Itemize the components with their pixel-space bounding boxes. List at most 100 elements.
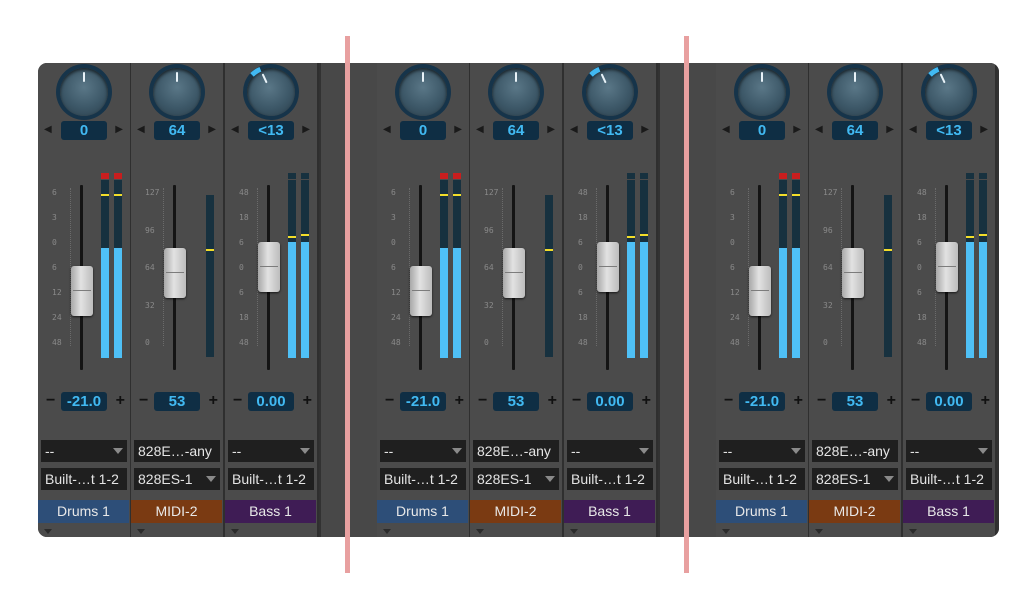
strip-menu-icon[interactable] (383, 529, 391, 534)
triangle-left-icon[interactable]: ◀ (722, 124, 730, 135)
track-name[interactable]: MIDI-2 (131, 500, 222, 523)
input-select[interactable]: 828E…-any (134, 440, 220, 462)
pan-knob[interactable] (153, 68, 201, 116)
pan-knob[interactable] (60, 68, 108, 116)
output-select[interactable]: 828ES-1 (473, 468, 559, 490)
volume-value[interactable]: 0.00 (926, 392, 972, 411)
plus-icon[interactable]: + (887, 392, 896, 410)
output-select[interactable]: Built-…t 1-2 (719, 468, 805, 490)
track-name[interactable]: Drums 1 (38, 500, 129, 523)
pan-value[interactable]: <13 (248, 121, 294, 140)
strip-menu-icon[interactable] (909, 529, 917, 534)
triangle-left-icon[interactable]: ◀ (231, 124, 239, 135)
volume-fader[interactable] (749, 266, 771, 316)
volume-fader[interactable] (597, 241, 619, 292)
volume-fader[interactable] (71, 266, 93, 316)
triangle-left-icon[interactable]: ◀ (44, 124, 52, 135)
pan-value[interactable]: 0 (400, 121, 446, 140)
strip-menu-icon[interactable] (476, 529, 484, 534)
triangle-right-icon[interactable]: ▶ (454, 124, 462, 135)
triangle-left-icon[interactable]: ◀ (815, 124, 823, 135)
minus-icon[interactable]: − (478, 392, 487, 410)
track-name[interactable]: MIDI-2 (809, 500, 900, 523)
input-select[interactable]: -- (719, 440, 805, 462)
pan-knob[interactable] (831, 68, 879, 116)
pan-knob[interactable] (578, 63, 642, 124)
triangle-right-icon[interactable]: ▶ (302, 124, 310, 135)
triangle-right-icon[interactable]: ▶ (641, 124, 649, 135)
input-select[interactable]: -- (228, 440, 314, 462)
minus-icon[interactable]: − (724, 392, 733, 410)
volume-value[interactable]: 53 (493, 392, 539, 411)
plus-icon[interactable]: + (981, 392, 990, 410)
pan-value[interactable]: <13 (587, 121, 633, 140)
strip-menu-icon[interactable] (137, 529, 145, 534)
pan-value[interactable]: 64 (832, 121, 878, 140)
strip-menu-icon[interactable] (815, 529, 823, 534)
plus-icon[interactable]: + (642, 392, 651, 410)
volume-value[interactable]: -21.0 (739, 392, 785, 411)
output-select[interactable]: Built-…t 1-2 (41, 468, 127, 490)
output-select[interactable]: Built-…t 1-2 (567, 468, 653, 490)
input-select[interactable]: -- (41, 440, 127, 462)
volume-value[interactable]: -21.0 (400, 392, 446, 411)
triangle-left-icon[interactable]: ◀ (476, 124, 484, 135)
minus-icon[interactable]: − (817, 392, 826, 410)
volume-fader[interactable] (503, 248, 525, 299)
volume-value[interactable]: 0.00 (587, 392, 633, 411)
volume-fader[interactable] (410, 266, 432, 316)
output-select[interactable]: Built-…t 1-2 (380, 468, 466, 490)
triangle-right-icon[interactable]: ▶ (115, 124, 123, 135)
triangle-right-icon[interactable]: ▶ (547, 124, 555, 135)
volume-fader[interactable] (842, 248, 864, 299)
minus-icon[interactable]: − (233, 392, 242, 410)
volume-fader[interactable] (164, 248, 186, 299)
strip-menu-icon[interactable] (570, 529, 578, 534)
plus-icon[interactable]: + (548, 392, 557, 410)
volume-value[interactable]: 0.00 (248, 392, 294, 411)
input-select[interactable]: -- (380, 440, 466, 462)
track-name[interactable]: Bass 1 (225, 500, 316, 523)
pan-knob[interactable] (492, 68, 540, 116)
plus-icon[interactable]: + (303, 392, 312, 410)
triangle-left-icon[interactable]: ◀ (570, 124, 578, 135)
triangle-left-icon[interactable]: ◀ (137, 124, 145, 135)
minus-icon[interactable]: − (385, 392, 394, 410)
output-select[interactable]: Built-…t 1-2 (228, 468, 314, 490)
plus-icon[interactable]: + (209, 392, 218, 410)
volume-value[interactable]: 53 (832, 392, 878, 411)
input-select[interactable]: 828E…-any (812, 440, 898, 462)
track-name[interactable]: Bass 1 (903, 500, 994, 523)
triangle-right-icon[interactable]: ▶ (793, 124, 801, 135)
minus-icon[interactable]: − (911, 392, 920, 410)
volume-fader[interactable] (936, 241, 958, 292)
track-name[interactable]: MIDI-2 (470, 500, 561, 523)
plus-icon[interactable]: + (794, 392, 803, 410)
pan-knob[interactable] (399, 68, 447, 116)
track-name[interactable]: Drums 1 (377, 500, 468, 523)
output-select[interactable]: 828ES-1 (812, 468, 898, 490)
minus-icon[interactable]: − (46, 392, 55, 410)
volume-value[interactable]: 53 (154, 392, 200, 411)
volume-value[interactable]: -21.0 (61, 392, 107, 411)
output-select[interactable]: Built-…t 1-2 (906, 468, 992, 490)
track-name[interactable]: Drums 1 (716, 500, 807, 523)
pan-knob[interactable] (239, 63, 303, 124)
triangle-right-icon[interactable]: ▶ (886, 124, 894, 135)
triangle-right-icon[interactable]: ▶ (208, 124, 216, 135)
plus-icon[interactable]: + (116, 392, 125, 410)
triangle-left-icon[interactable]: ◀ (383, 124, 391, 135)
pan-value[interactable]: 64 (154, 121, 200, 140)
input-select[interactable]: -- (906, 440, 992, 462)
input-select[interactable]: -- (567, 440, 653, 462)
track-name[interactable]: Bass 1 (564, 500, 655, 523)
input-select[interactable]: 828E…-any (473, 440, 559, 462)
strip-menu-icon[interactable] (44, 529, 52, 534)
triangle-right-icon[interactable]: ▶ (980, 124, 988, 135)
strip-menu-icon[interactable] (231, 529, 239, 534)
pan-value[interactable]: 64 (493, 121, 539, 140)
volume-fader[interactable] (258, 241, 280, 292)
strip-menu-icon[interactable] (722, 529, 730, 534)
pan-value[interactable]: 0 (739, 121, 785, 140)
plus-icon[interactable]: + (455, 392, 464, 410)
